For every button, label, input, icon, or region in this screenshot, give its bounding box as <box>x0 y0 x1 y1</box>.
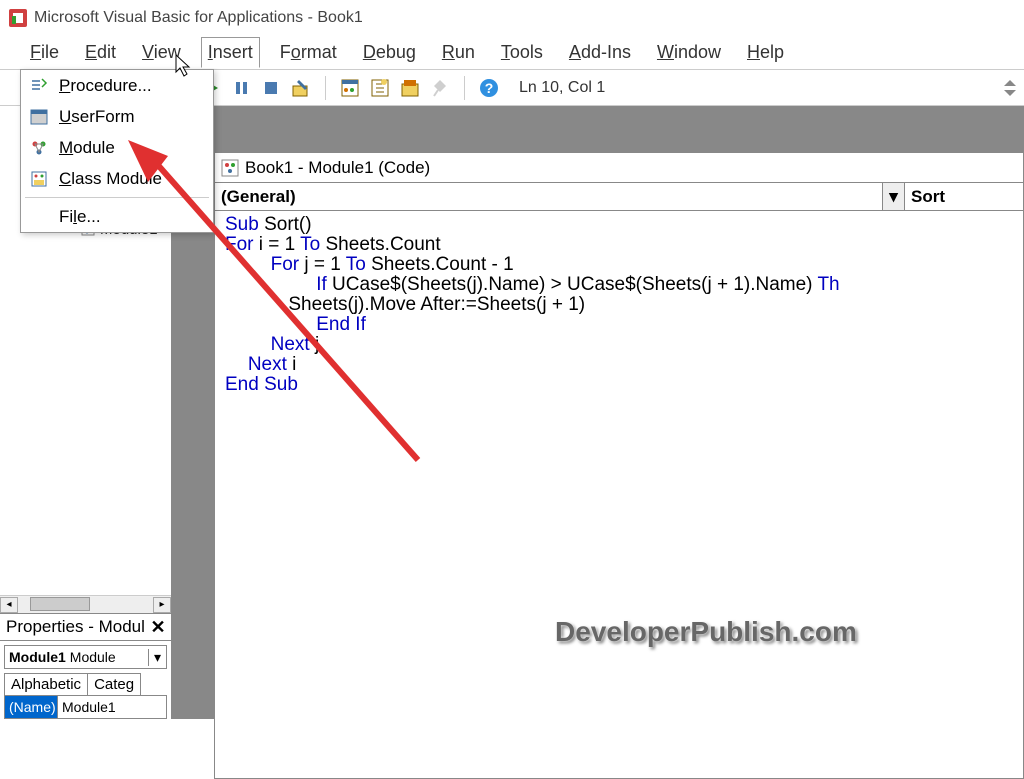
property-value[interactable]: Module1 <box>57 696 166 718</box>
break-icon[interactable] <box>231 78 251 98</box>
procedure-combo[interactable]: Sort <box>905 183 1023 210</box>
scroll-spinner[interactable] <box>1002 78 1020 98</box>
object-browser-icon[interactable] <box>400 78 420 98</box>
scroll-right-icon[interactable]: ▸ <box>153 597 171 613</box>
menu-view[interactable]: View <box>136 38 187 67</box>
title-bar: Microsoft Visual Basic for Applications … <box>0 0 1024 36</box>
properties-object-combo[interactable]: Module1 Module ▾ <box>4 645 167 669</box>
properties-grid: (Name) Module1 <box>4 695 167 719</box>
menu-item-userform[interactable]: UserForm <box>21 101 213 132</box>
menu-item-module[interactable]: Module <box>21 132 213 163</box>
menu-item-file[interactable]: File... <box>21 201 213 232</box>
help-icon[interactable]: ? <box>479 78 499 98</box>
cursor-position: Ln 10, Col 1 <box>519 79 1024 97</box>
tree-hscroll[interactable]: ◂ ▸ <box>0 595 171 613</box>
code-combos: (General) ▾ Sort <box>215 183 1023 211</box>
properties-tabs: Alphabetic Categ <box>4 673 167 695</box>
toolbox-icon[interactable] <box>430 78 450 98</box>
reset-icon[interactable] <box>261 78 281 98</box>
code-editor[interactable]: Sub Sort() For i = 1 To Sheets.Count For… <box>215 211 1023 399</box>
properties-header: Properties - Modul ✕ <box>0 613 171 641</box>
property-row[interactable]: (Name) Module1 <box>5 696 166 718</box>
procedure-icon <box>27 77 51 95</box>
property-name: (Name) <box>5 696 57 718</box>
insert-menu-dropdown: Procedure... UserForm Module Class Modul… <box>20 69 214 233</box>
close-icon[interactable]: ✕ <box>149 618 167 636</box>
object-combo[interactable]: (General) ▾ <box>215 183 905 210</box>
module-icon <box>27 139 51 157</box>
scroll-thumb[interactable] <box>30 597 90 611</box>
dropdown-icon[interactable]: ▾ <box>882 183 904 210</box>
menu-insert[interactable]: Insert <box>201 37 260 68</box>
code-window: Book1 - Module1 (Code) (General) ▾ Sort … <box>214 152 1024 779</box>
svg-text:?: ? <box>485 80 494 96</box>
menu-addins[interactable]: Add-Ins <box>563 38 637 67</box>
menu-window[interactable]: Window <box>651 38 727 67</box>
menu-item-procedure[interactable]: Procedure... <box>21 70 213 101</box>
dropdown-icon[interactable]: ▾ <box>148 649 166 666</box>
watermark: DeveloperPublish.com <box>555 616 857 648</box>
menu-tools[interactable]: Tools <box>495 38 549 67</box>
app-title: Microsoft Visual Basic for Applications … <box>34 9 363 27</box>
properties-icon[interactable] <box>370 78 390 98</box>
menu-debug[interactable]: Debug <box>357 38 422 67</box>
code-window-titlebar[interactable]: Book1 - Module1 (Code) <box>215 153 1023 183</box>
tab-categorized[interactable]: Categ <box>87 673 141 695</box>
menu-run[interactable]: Run <box>436 38 481 67</box>
app-icon <box>8 8 28 28</box>
menu-item-class-module[interactable]: Class Module <box>21 163 213 194</box>
menu-format[interactable]: Format <box>274 38 343 67</box>
tab-alphabetic[interactable]: Alphabetic <box>4 673 87 695</box>
module-icon <box>221 159 239 177</box>
class-module-icon <box>27 170 51 188</box>
menu-edit[interactable]: Edit <box>79 38 122 67</box>
project-explorer-icon[interactable] <box>340 78 360 98</box>
userform-icon <box>27 108 51 126</box>
menu-help[interactable]: Help <box>741 38 790 67</box>
scroll-left-icon[interactable]: ◂ <box>0 597 18 613</box>
menu-bar: File Edit View Insert Format Debug Run T… <box>0 36 1024 70</box>
menu-file[interactable]: File <box>24 38 65 67</box>
design-mode-icon[interactable] <box>291 78 311 98</box>
